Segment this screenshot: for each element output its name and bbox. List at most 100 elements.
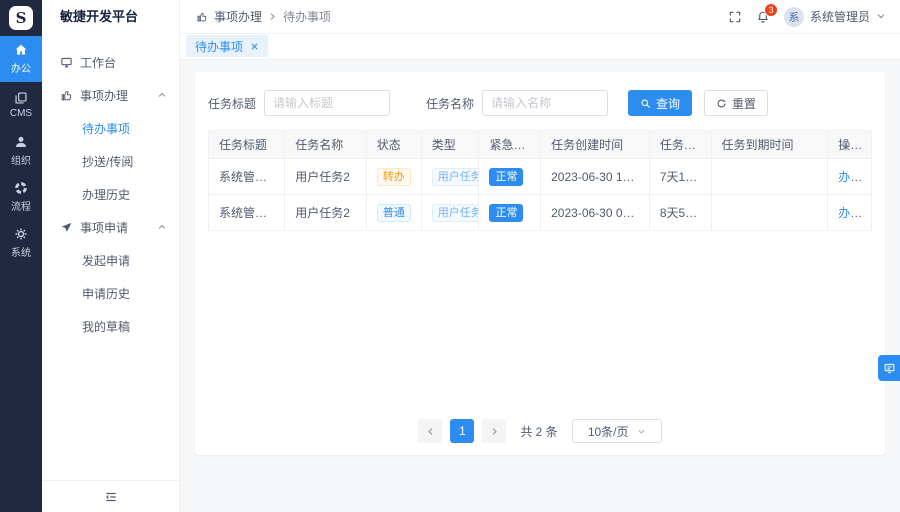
app-title: 敏捷开发平台 [42,0,179,34]
fullscreen-button[interactable] [728,10,742,24]
type-tag: 用户任务 [432,168,479,186]
task-title-input[interactable] [264,90,390,116]
sidebar-item-start-apply[interactable]: 发起申请 [42,244,179,277]
rail-item-label: 办公 [11,60,31,75]
task-name-input[interactable] [482,90,608,116]
app-logo: S [0,0,42,36]
notifications-button[interactable]: 3 [756,10,770,24]
sidebar-item-label: 我的草稿 [82,318,130,335]
sidebar-item-label: 办理历史 [82,186,130,203]
tab-close-icon[interactable] [250,42,259,51]
urgency-badge: 正常 [489,168,523,186]
sidebar-item-handle-history[interactable]: 办理历史 [42,178,179,211]
search-button[interactable]: 查询 [628,90,692,116]
monitor-icon [60,56,73,69]
handle-link[interactable]: 办理 [838,170,862,184]
user-menu[interactable]: 系 系统管理员 [784,7,886,27]
sidebar-item-label: 发起申请 [82,252,130,269]
sidebar-item-label: 申请历史 [82,285,130,302]
rail-item-label: CMS [10,108,32,119]
page-size-select[interactable]: 10条/页 [572,419,662,443]
sidebar-group-matter-apply[interactable]: 事项申请 [42,211,179,244]
col-task-name: 任务名称 [285,131,367,159]
refresh-icon [716,98,727,109]
rail-item-cms[interactable]: CMS [0,82,42,128]
content: 任务标题 任务名称 查询 重置 [180,60,900,512]
rail-item-label: 流程 [11,198,31,213]
sidebar-item-label: 抄送/传阅 [82,153,133,170]
chevron-down-icon [876,8,886,26]
status-tag: 转办 [377,168,411,186]
type-tag: 用户任务 [432,204,479,222]
reset-button-label: 重置 [732,95,756,112]
status-tag: 普通 [377,204,411,222]
sidebar-item-apply-history[interactable]: 申请历史 [42,277,179,310]
sidebar-group-label: 事项办理 [80,87,128,104]
breadcrumb-parent[interactable]: 事项办理 [214,8,262,25]
cell-actions: 办理 [828,159,872,195]
sidebar-collapse-button[interactable] [42,480,179,512]
rail-item-label: 组织 [11,152,31,167]
rail-item-label: 系统 [11,244,31,259]
floating-widget-button[interactable] [878,355,900,381]
cell-urgency: 正常 [479,159,541,195]
tab-todo-matters[interactable]: 待办事项 [186,35,268,57]
cell-duration: 7天16时 [649,159,711,195]
rail-item-organization[interactable]: 组织 [0,128,42,174]
sidebar-item-cc-read[interactable]: 抄送/传阅 [42,145,179,178]
topbar-right: 3 系 系统管理员 [728,7,886,27]
gear-icon [14,227,28,241]
col-actions: 操作 [828,131,872,159]
cell-due-time [711,195,828,231]
cell-task-name: 用户任务2 [285,195,367,231]
rail-item-process[interactable]: 流程 [0,174,42,220]
home-icon [14,43,28,57]
sidebar-group-label: 事项申请 [80,219,128,236]
handle-link[interactable]: 办理 [838,206,862,220]
rail-item-office[interactable]: 办公 [0,36,42,82]
sidebar-item-label: 工作台 [80,54,116,71]
hand-click-icon [196,11,208,23]
sidebar-menu: 工作台 事项办理 待办事项 抄送/传阅 办理历史 事项申请 [42,34,179,343]
cell-status: 普通 [366,195,421,231]
cell-created-time: 2023-06-30 09:22:19 [541,195,650,231]
total-count-text: 共 2 条 [520,423,557,440]
cell-type: 用户任务 [421,159,479,195]
cms-icon [14,91,28,105]
topbar: 事项办理 待办事项 3 系 系统管理员 [180,0,900,34]
sidebar: 敏捷开发平台 工作台 事项办理 待办事项 抄送/传阅 办理历史 [42,0,180,512]
cell-duration: 8天55分 [649,195,711,231]
cell-status: 转办 [366,159,421,195]
urgency-badge: 正常 [489,204,523,222]
col-type: 类型 [421,131,479,159]
col-duration: 任务持续时间 [649,131,711,159]
reset-button[interactable]: 重置 [704,90,768,116]
chevron-up-icon [157,221,167,235]
fullscreen-icon [728,10,742,24]
prev-page-button[interactable] [418,419,442,443]
user-name: 系统管理员 [810,8,870,25]
search-icon [640,98,651,109]
sidebar-item-label: 待办事项 [82,120,130,137]
collapse-menu-icon [104,490,118,504]
page-number-button[interactable]: 1 [450,419,474,443]
sidebar-group-matter-handle[interactable]: 事项办理 [42,79,179,112]
cell-task-title: 系统管理员... [209,159,285,195]
sidebar-item-todo-matters[interactable]: 待办事项 [42,112,179,145]
chevron-right-icon [490,427,499,436]
logo-icon: S [9,6,33,30]
sidebar-item-my-drafts[interactable]: 我的草稿 [42,310,179,343]
col-urgency: 紧急程度 [479,131,541,159]
next-page-button[interactable] [482,419,506,443]
breadcrumb: 事项办理 待办事项 [196,8,331,25]
cell-urgency: 正常 [479,195,541,231]
sidebar-item-workbench[interactable]: 工作台 [42,46,179,79]
page-size-value: 10条/页 [588,423,629,440]
avatar: 系 [784,7,804,27]
todo-card: 任务标题 任务名称 查询 重置 [195,72,885,455]
icon-rail: S 办公 CMS 组织 流程 系统 [0,0,42,512]
table-header-row: 任务标题 任务名称 状态 类型 紧急程度 任务创建时间 任务持续时间 任务到期时… [209,131,872,159]
chevron-left-icon [426,427,435,436]
rail-item-system[interactable]: 系统 [0,220,42,266]
cell-actions: 办理 [828,195,872,231]
